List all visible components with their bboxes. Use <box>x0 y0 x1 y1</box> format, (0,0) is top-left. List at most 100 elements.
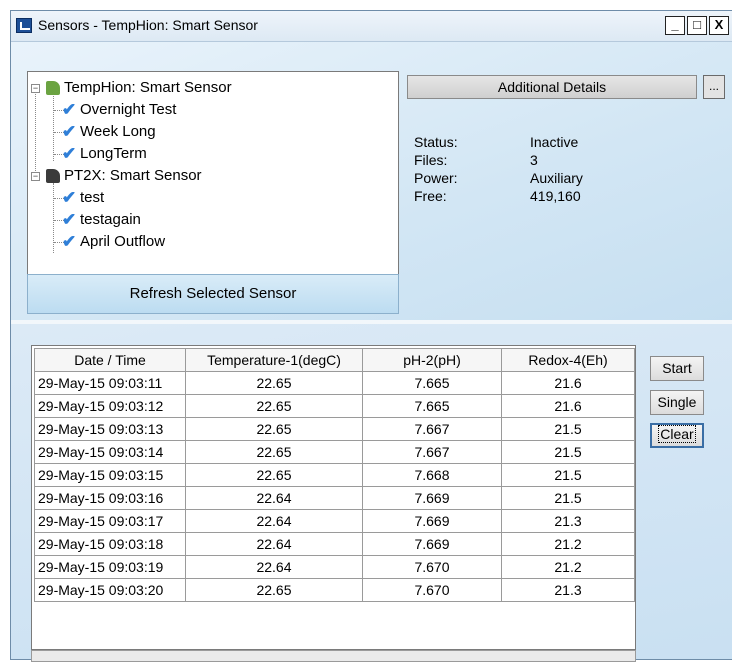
tree-file-label: testagain <box>80 211 141 228</box>
collapse-icon[interactable]: − <box>31 84 40 93</box>
table-cell: 7.665 <box>362 394 502 418</box>
column-header[interactable]: Date / Time <box>34 348 186 372</box>
tree-file-label: test <box>80 189 105 206</box>
readings-grid[interactable]: Date / Time Temperature-1(degC) pH-2(pH)… <box>31 345 636 650</box>
tree-file-label: Overnight Test <box>80 101 177 118</box>
table-cell: 21.5 <box>501 440 635 464</box>
sensor-device-icon <box>46 169 60 183</box>
table-cell: 29-May-15 09:03:11 <box>34 371 186 395</box>
table-cell: 29-May-15 09:03:15 <box>34 463 186 487</box>
table-cell: 7.668 <box>362 463 502 487</box>
table-cell: 22.64 <box>185 486 363 510</box>
table-row[interactable]: 29-May-15 09:03:20 22.65 7.670 21.3 <box>34 578 635 602</box>
table-cell: 29-May-15 09:03:12 <box>34 394 186 418</box>
power-label: Power: <box>414 170 458 186</box>
table-cell: 21.6 <box>501 371 635 395</box>
table-cell: 21.2 <box>501 532 635 556</box>
table-cell: 29-May-15 09:03:20 <box>34 578 186 602</box>
status-label: Status: <box>414 134 458 150</box>
table-row[interactable]: 29-May-15 09:03:13 22.65 7.667 21.5 <box>34 417 635 441</box>
clear-button-label: Clear <box>658 425 696 443</box>
title-bar[interactable]: Sensors - TempHion: Smart Sensor _ □ X <box>11 11 732 42</box>
table-row[interactable]: 29-May-15 09:03:17 22.64 7.669 21.3 <box>34 509 635 533</box>
table-cell: 29-May-15 09:03:13 <box>34 417 186 441</box>
single-button[interactable]: Single <box>650 390 704 415</box>
sensor-device-icon <box>46 81 60 95</box>
maximize-button[interactable]: □ <box>687 16 707 35</box>
table-cell: 29-May-15 09:03:16 <box>34 486 186 510</box>
table-cell: 21.5 <box>501 417 635 441</box>
table-cell: 7.669 <box>362 486 502 510</box>
refresh-selected-sensor-button[interactable]: Refresh Selected Sensor <box>27 274 399 314</box>
files-value: 3 <box>530 152 538 168</box>
table-row[interactable]: 29-May-15 09:03:11 22.65 7.665 21.6 <box>34 371 635 395</box>
table-row[interactable]: 29-May-15 09:03:18 22.64 7.669 21.2 <box>34 532 635 556</box>
collapse-icon[interactable]: − <box>31 172 40 181</box>
tree-connector <box>53 91 54 161</box>
sensor-tree[interactable]: − TempHion: Smart Sensor ✔ Overnight Tes… <box>27 71 399 287</box>
tree-file-label: Week Long <box>80 123 156 140</box>
additional-details-button[interactable]: Additional Details <box>407 75 697 99</box>
table-cell: 7.669 <box>362 532 502 556</box>
table-cell: 21.5 <box>501 463 635 487</box>
table-cell: 21.6 <box>501 394 635 418</box>
readings-table: Date / Time Temperature-1(degC) pH-2(pH)… <box>34 348 635 602</box>
column-header[interactable]: pH-2(pH) <box>362 348 502 372</box>
column-header[interactable]: Temperature-1(degC) <box>185 348 363 372</box>
table-cell: 22.65 <box>185 463 363 487</box>
horizontal-scrollbar[interactable] <box>31 650 636 662</box>
table-cell: 29-May-15 09:03:19 <box>34 555 186 579</box>
table-row[interactable]: 29-May-15 09:03:12 22.65 7.665 21.6 <box>34 394 635 418</box>
table-cell: 22.65 <box>185 440 363 464</box>
check-icon: ✔ <box>62 210 77 229</box>
free-value: 419,160 <box>530 188 581 204</box>
table-cell: 29-May-15 09:03:18 <box>34 532 186 556</box>
status-value: Inactive <box>530 134 579 150</box>
check-icon: ✔ <box>62 232 77 251</box>
table-cell: 7.667 <box>362 417 502 441</box>
readings-panel: Date / Time Temperature-1(degC) pH-2(pH)… <box>11 324 732 662</box>
table-row[interactable]: 29-May-15 09:03:16 22.64 7.669 21.5 <box>34 486 635 510</box>
table-row[interactable]: 29-May-15 09:03:15 22.65 7.668 21.5 <box>34 463 635 487</box>
check-icon: ✔ <box>62 122 77 141</box>
table-cell: 29-May-15 09:03:14 <box>34 440 186 464</box>
details-ellipsis-button[interactable]: ... <box>703 75 725 99</box>
table-cell: 7.669 <box>362 509 502 533</box>
close-button[interactable]: X <box>709 16 729 35</box>
clear-button[interactable]: Clear <box>650 423 704 448</box>
table-cell: 22.65 <box>185 578 363 602</box>
table-cell: 7.670 <box>362 578 502 602</box>
table-cell: 22.64 <box>185 532 363 556</box>
table-row[interactable]: 29-May-15 09:03:14 22.65 7.667 21.5 <box>34 440 635 464</box>
power-value: Auxiliary <box>530 170 583 186</box>
check-icon: ✔ <box>62 100 77 119</box>
table-cell: 22.65 <box>185 371 363 395</box>
column-header[interactable]: Redox-4(Eh) <box>501 348 635 372</box>
table-cell: 7.670 <box>362 555 502 579</box>
free-label: Free: <box>414 188 447 204</box>
table-cell: 7.667 <box>362 440 502 464</box>
tree-connector <box>35 87 36 181</box>
table-row[interactable]: 29-May-15 09:03:19 22.64 7.670 21.2 <box>34 555 635 579</box>
table-header-row: Date / Time Temperature-1(degC) pH-2(pH)… <box>34 348 635 372</box>
check-icon: ✔ <box>62 144 77 163</box>
sensors-window: Sensors - TempHion: Smart Sensor _ □ X −… <box>10 10 732 662</box>
table-cell: 22.64 <box>185 509 363 533</box>
table-cell: 21.3 <box>501 509 635 533</box>
app-icon <box>16 18 32 33</box>
check-icon: ✔ <box>62 188 77 207</box>
tree-file-label: LongTerm <box>80 145 147 162</box>
tree-file-label: April Outflow <box>80 233 166 250</box>
tree-device-label: TempHion: Smart Sensor <box>64 79 232 96</box>
table-cell: 21.3 <box>501 578 635 602</box>
files-label: Files: <box>414 152 448 168</box>
table-cell: 22.65 <box>185 394 363 418</box>
table-cell: 22.65 <box>185 417 363 441</box>
table-cell: 7.665 <box>362 371 502 395</box>
tree-device-label: PT2X: Smart Sensor <box>64 167 202 184</box>
window-title: Sensors - TempHion: Smart Sensor <box>38 17 258 33</box>
sensor-panel: − TempHion: Smart Sensor ✔ Overnight Tes… <box>11 42 732 320</box>
minimize-button[interactable]: _ <box>665 16 685 35</box>
table-cell: 29-May-15 09:03:17 <box>34 509 186 533</box>
start-button[interactable]: Start <box>650 356 704 381</box>
